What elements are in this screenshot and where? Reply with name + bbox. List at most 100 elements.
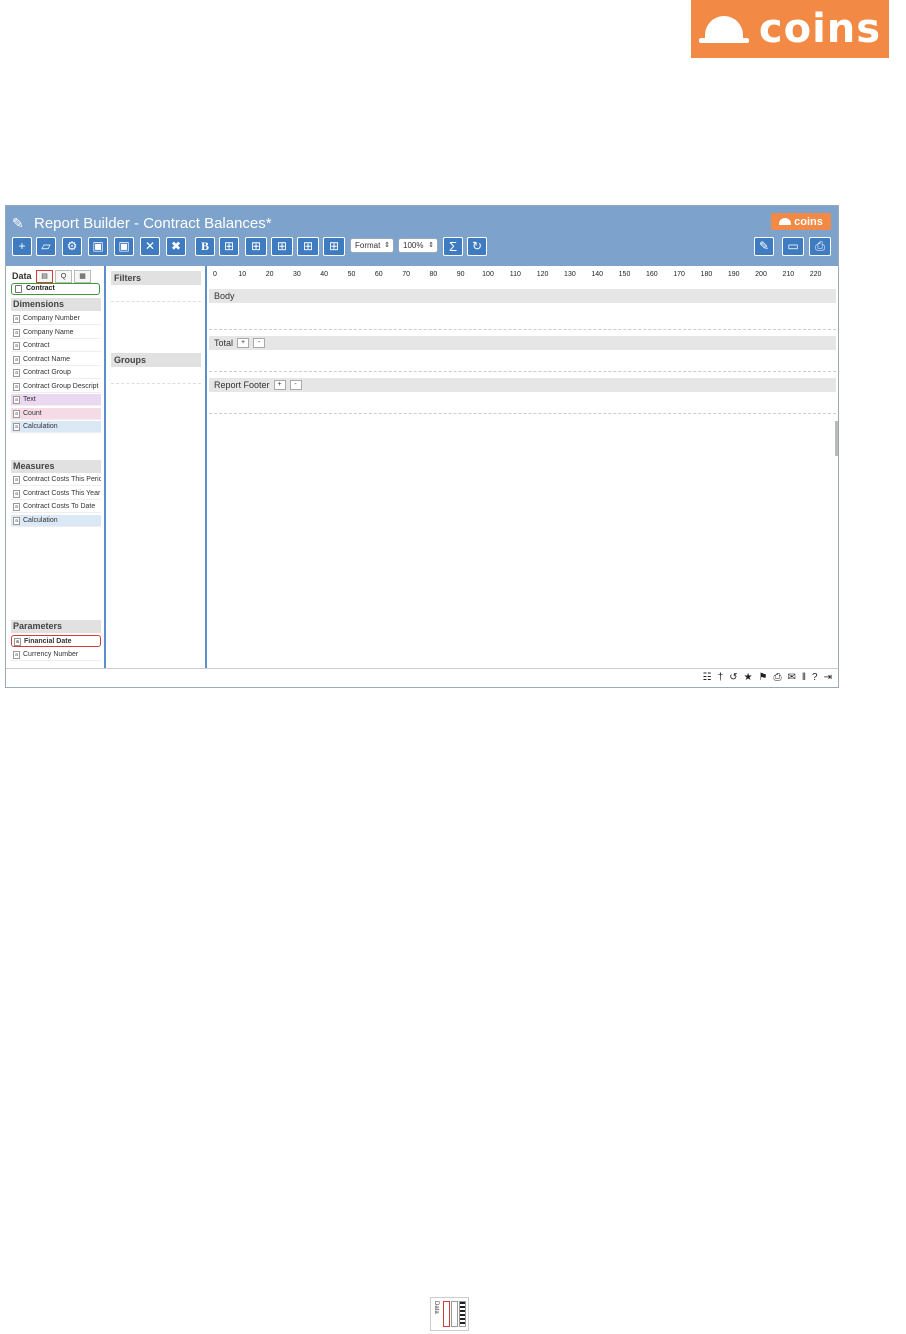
- ruler-tick-label: 130: [564, 271, 576, 278]
- bold-button[interactable]: B: [195, 237, 215, 256]
- parameter-field[interactable]: a Currency Number: [11, 649, 101, 661]
- footer-remove-button[interactable]: -: [289, 380, 302, 390]
- notifications-flag-icon[interactable]: ⚑: [759, 672, 768, 683]
- field-type-icon: a: [13, 476, 20, 484]
- sum-button[interactable]: Σ: [443, 237, 463, 256]
- report-builder-icon: ✎: [12, 215, 24, 231]
- ruler-tick-label: 150: [618, 271, 631, 278]
- delete-button[interactable]: ✕: [140, 237, 160, 256]
- dimension-field[interactable]: a Contract Name: [11, 354, 101, 366]
- ruler-tick-label: 100: [482, 271, 494, 278]
- ruler-tick-label: 170: [673, 271, 685, 278]
- hard-hat-icon: [779, 218, 792, 225]
- refresh-button[interactable]: ↻: [467, 237, 487, 256]
- document-page: coins ✎ Report Builder - Contract Balanc…: [0, 0, 906, 1334]
- dimension-field[interactable]: a Contract: [11, 340, 101, 352]
- dimension-field[interactable]: a Contract Group: [11, 367, 101, 379]
- total-remove-button[interactable]: -: [253, 338, 266, 348]
- toolbar: + ▱ ⚙ ▣ ▣ ✕ ✖ B ⊞ ⊞ ⊞ ⊞ ⊞ Format ⇕ 100% ⇕: [6, 237, 838, 256]
- border-inner-button[interactable]: ⊞: [271, 237, 293, 256]
- add-button[interactable]: +: [12, 237, 32, 256]
- ruler-tick-label: 60: [374, 271, 383, 278]
- dimension-field[interactable]: a Count: [11, 407, 101, 420]
- settings-button[interactable]: ⚙: [62, 237, 82, 256]
- filters-header: Filters: [111, 271, 201, 285]
- logout-icon[interactable]: ⇥: [824, 672, 832, 683]
- dimension-field[interactable]: a Contract Group Descript: [11, 381, 101, 393]
- person-icon[interactable]: †: [718, 672, 724, 683]
- parameter-field[interactable]: a Financial Date: [11, 635, 101, 647]
- close-button[interactable]: ✖: [166, 237, 186, 256]
- tab-fields[interactable]: ▦: [74, 269, 91, 283]
- vertical-scrollbar[interactable]: [835, 421, 838, 456]
- ruler-tick-label: 210: [782, 271, 795, 278]
- body-band[interactable]: Body: [209, 289, 836, 303]
- ruler-tick-label: 180: [700, 271, 713, 278]
- measure-field[interactable]: a Calculation: [11, 514, 101, 527]
- groups-header: Groups: [111, 353, 201, 367]
- measures-header: Measures: [11, 460, 101, 473]
- field-type-icon: a: [13, 382, 20, 391]
- groups-drop-zone[interactable]: [111, 367, 201, 384]
- field-type-icon: a: [14, 638, 21, 646]
- field-type-icon: a: [13, 503, 20, 511]
- database-icon: [15, 285, 22, 293]
- dimension-field[interactable]: a Company Name: [11, 327, 101, 339]
- print-queue-icon[interactable]: ⎙: [774, 672, 782, 683]
- open-button[interactable]: ▱: [36, 237, 56, 256]
- dimension-field[interactable]: a Calculation: [11, 421, 101, 433]
- field-type-icon: a: [13, 315, 20, 323]
- hard-hat-icon: [698, 16, 749, 43]
- preview-button[interactable]: ▭: [782, 237, 804, 256]
- total-add-button[interactable]: +: [237, 338, 250, 348]
- ruler-tick-label: 20: [265, 271, 274, 278]
- field-type-icon: a: [13, 369, 20, 377]
- apps-grid-icon[interactable]: ☷: [703, 672, 712, 683]
- data-source-contract[interactable]: Contract: [11, 283, 100, 295]
- total-band[interactable]: Total + -: [209, 336, 836, 350]
- ruler-tick-label: 120: [536, 271, 549, 278]
- total-area[interactable]: [209, 350, 836, 372]
- mail-icon[interactable]: ✉: [788, 672, 796, 683]
- field-type-icon: a: [13, 489, 20, 498]
- zoom-select[interactable]: 100% ⇕: [398, 238, 438, 253]
- ruler: 0 10 20 30 40 50 60 70 80 90 100 110 120 130 140 150 160…: [209, 266, 836, 286]
- ruler-tick-label: 110: [509, 271, 521, 278]
- tab-queries[interactable]: Q: [55, 269, 72, 283]
- save-as-button[interactable]: ▣: [114, 237, 134, 256]
- measure-field[interactable]: a Contract Costs To Date: [11, 501, 101, 513]
- library-icon[interactable]: ‖: [802, 672, 806, 683]
- help-icon[interactable]: ?: [812, 672, 818, 683]
- format-select[interactable]: Format ⇕: [350, 238, 394, 253]
- edit-button[interactable]: ✎: [754, 237, 774, 256]
- field-type-icon: a: [13, 396, 20, 404]
- measure-field[interactable]: a Contract Costs This Year: [11, 488, 101, 500]
- ruler-tick-label: 220: [809, 271, 822, 278]
- dimensions-header: Dimensions: [11, 298, 101, 311]
- measure-field[interactable]: a Contract Costs This Peric: [11, 474, 101, 486]
- footer-add-button[interactable]: +: [273, 380, 286, 390]
- field-type-icon: a: [13, 342, 20, 350]
- print-button[interactable]: ⎙: [809, 237, 831, 256]
- report-footer-band[interactable]: Report Footer + -: [209, 378, 836, 392]
- tab-data-sources[interactable]: ▤: [36, 269, 53, 283]
- border-outer-button[interactable]: ⊞: [245, 237, 267, 256]
- brand-name: coins: [758, 6, 882, 52]
- ruler-tick-label: 40: [320, 271, 329, 278]
- save-button[interactable]: ▣: [88, 237, 108, 256]
- dimension-field[interactable]: a Text: [11, 394, 101, 406]
- parameters-header: Parameters: [11, 620, 101, 633]
- coins-mini-logo: coins: [771, 213, 831, 230]
- report-canvas: 0 10 20 30 40 50 60 70 80 90 100 110 120 130 140 150 160…: [209, 266, 838, 668]
- report-footer-area[interactable]: [209, 392, 836, 414]
- filters-drop-zone[interactable]: [111, 285, 201, 302]
- border-vertical-button[interactable]: ⊞: [323, 237, 345, 256]
- favorite-star-icon[interactable]: ★: [744, 672, 753, 683]
- dimension-field[interactable]: a Company Number: [11, 313, 101, 325]
- history-icon[interactable]: ↺: [729, 672, 737, 683]
- field-type-icon: a: [13, 355, 20, 364]
- body-area[interactable]: [209, 303, 836, 330]
- ruler-tick-label: 90: [456, 271, 465, 278]
- border-all-button[interactable]: ⊞: [219, 237, 239, 256]
- border-horizontal-button[interactable]: ⊞: [297, 237, 319, 256]
